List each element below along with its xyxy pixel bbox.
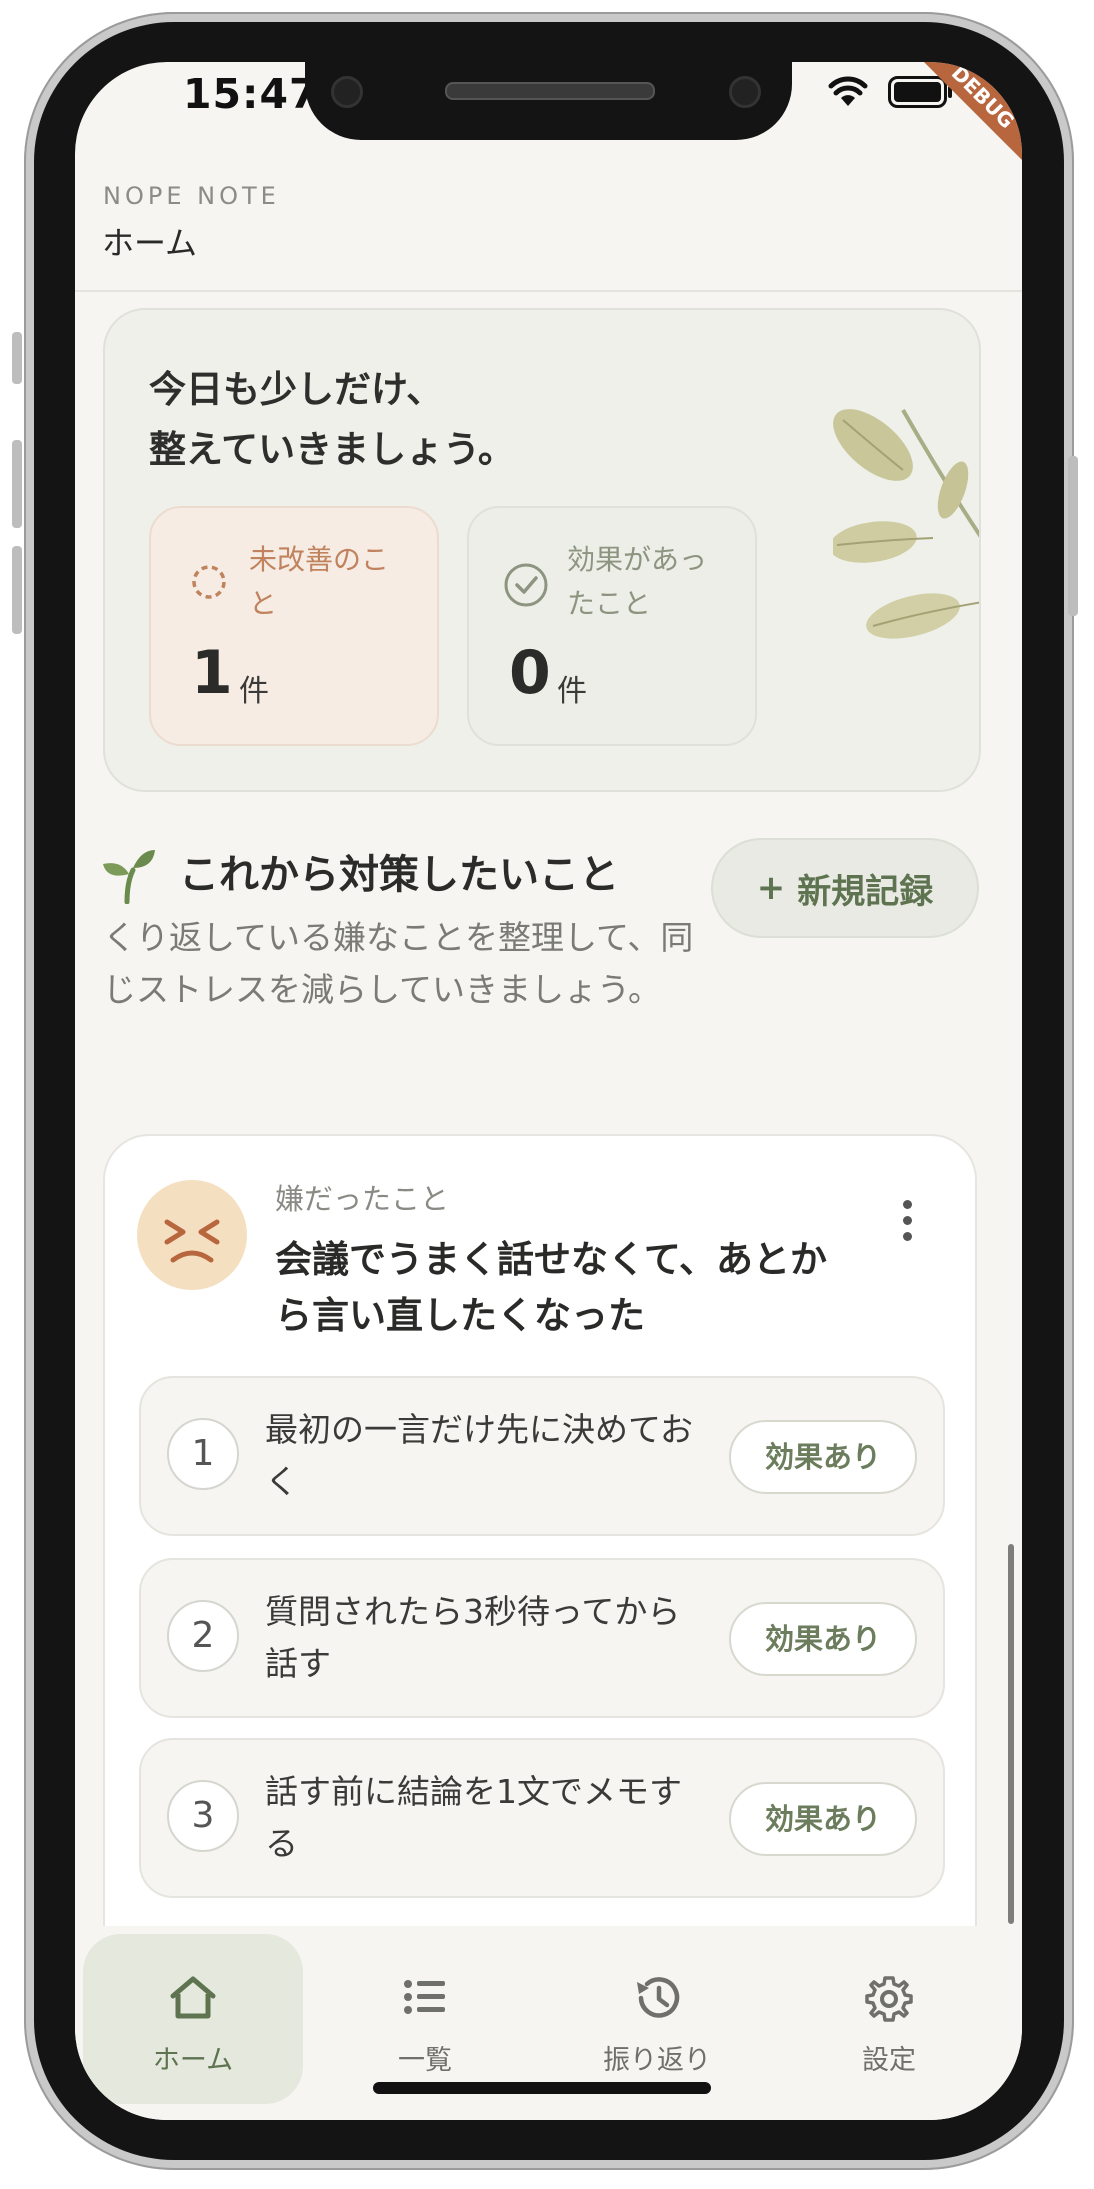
history-icon — [637, 1977, 680, 2018]
home-icon — [170, 1976, 216, 2019]
stat-label: 効果があったこと — [567, 543, 708, 620]
app-screen: 15:47 DEBUG NOPE NOTE ホーム 今日も少しだけ、 整えていき… — [75, 62, 1022, 2120]
page-title: ホーム — [102, 224, 198, 262]
stat-unit: 件 — [557, 674, 587, 709]
frustrated-face-icon — [137, 1180, 247, 1290]
entry-text: 会議でうまく話せなくて、あとから言い直したくなった — [275, 1238, 828, 1337]
greeting: 今日も少しだけ、 整えていきましょう。 — [149, 360, 515, 480]
app-name: NOPE NOTE — [103, 182, 280, 210]
entry-label: 嫌だったこと — [275, 1182, 450, 1216]
stat-label: 未改善のこと — [249, 543, 390, 620]
section-description: くり返している嫌なことを整理して、同じストレスを減らしていきましょう。 — [103, 918, 694, 1009]
step-text: 質問されたら3秒待ってから話す — [265, 1592, 681, 1683]
app-bar: NOPE NOTE ホーム — [75, 150, 1022, 292]
step-item: 3 話す前に結論を1文でメモする 効果あり — [139, 1738, 945, 1898]
stat-count: 1 — [191, 638, 233, 708]
step-number: 1 — [167, 1418, 239, 1490]
new-record-label: 新規記録 — [797, 871, 934, 912]
wifi-icon — [828, 76, 868, 106]
effective-button[interactable]: 効果あり — [729, 1602, 917, 1676]
volume-down-button — [12, 546, 22, 634]
new-record-button[interactable]: + 新規記録 — [711, 838, 979, 938]
scrollbar[interactable] — [1008, 1544, 1014, 1924]
effective-button[interactable]: 効果あり — [729, 1782, 917, 1856]
nav-item-settings[interactable]: 設定 — [779, 1934, 999, 2104]
earpiece-speaker — [445, 82, 655, 100]
dashed-circle-icon — [192, 565, 226, 599]
nav-item-list[interactable]: 一覧 — [315, 1934, 535, 2104]
greeting-line-1: 今日も少しだけ、 — [149, 368, 444, 411]
stat-count: 0 — [509, 638, 551, 708]
sensor — [331, 76, 363, 108]
check-circle-icon — [504, 563, 548, 607]
summary-card: 今日も少しだけ、 整えていきましょう。 未改善のこと 1 件 効果があったこと … — [103, 308, 981, 792]
stat-card-effective[interactable]: 効果があったこと 0 件 — [467, 506, 757, 746]
home-indicator[interactable] — [373, 2082, 711, 2094]
mute-switch — [12, 332, 22, 384]
volume-up-button — [12, 440, 22, 528]
section-title: これから対策したいこと — [179, 852, 619, 898]
nav-label: 振り返り — [603, 2045, 711, 2076]
nav-label: 設定 — [862, 2045, 916, 2076]
gear-icon — [865, 1976, 913, 2022]
step-text: 話す前に結論を1文でメモする — [265, 1772, 682, 1863]
more-options-icon[interactable] — [903, 1200, 915, 1248]
nav-item-home[interactable]: ホーム — [83, 1934, 303, 2104]
step-item: 2 質問されたら3秒待ってから話す 効果あり — [139, 1558, 945, 1718]
list-icon — [404, 1980, 445, 2014]
nav-item-review[interactable]: 振り返り — [547, 1934, 767, 2104]
status-time: 15:47 — [183, 70, 319, 118]
effective-button[interactable]: 効果あり — [729, 1420, 917, 1494]
step-item: 1 最初の一言だけ先に決めておく 効果あり — [139, 1376, 945, 1536]
nav-label: ホーム — [152, 2045, 234, 2076]
plus-icon: + — [756, 868, 786, 908]
notch — [305, 62, 792, 140]
power-button — [1068, 456, 1078, 616]
step-text: 最初の一言だけ先に決めておく — [265, 1410, 694, 1501]
step-number: 3 — [167, 1780, 239, 1852]
stat-card-unresolved[interactable]: 未改善のこと 1 件 — [149, 506, 439, 746]
step-number: 2 — [167, 1600, 239, 1672]
status-icons — [828, 76, 954, 108]
front-camera — [729, 76, 761, 108]
greeting-line-2: 整えていきましょう。 — [149, 428, 515, 471]
nav-label: 一覧 — [398, 2045, 452, 2076]
sprout-icon — [103, 850, 155, 904]
stat-unit: 件 — [239, 674, 269, 709]
leaf-illustration — [833, 409, 979, 639]
